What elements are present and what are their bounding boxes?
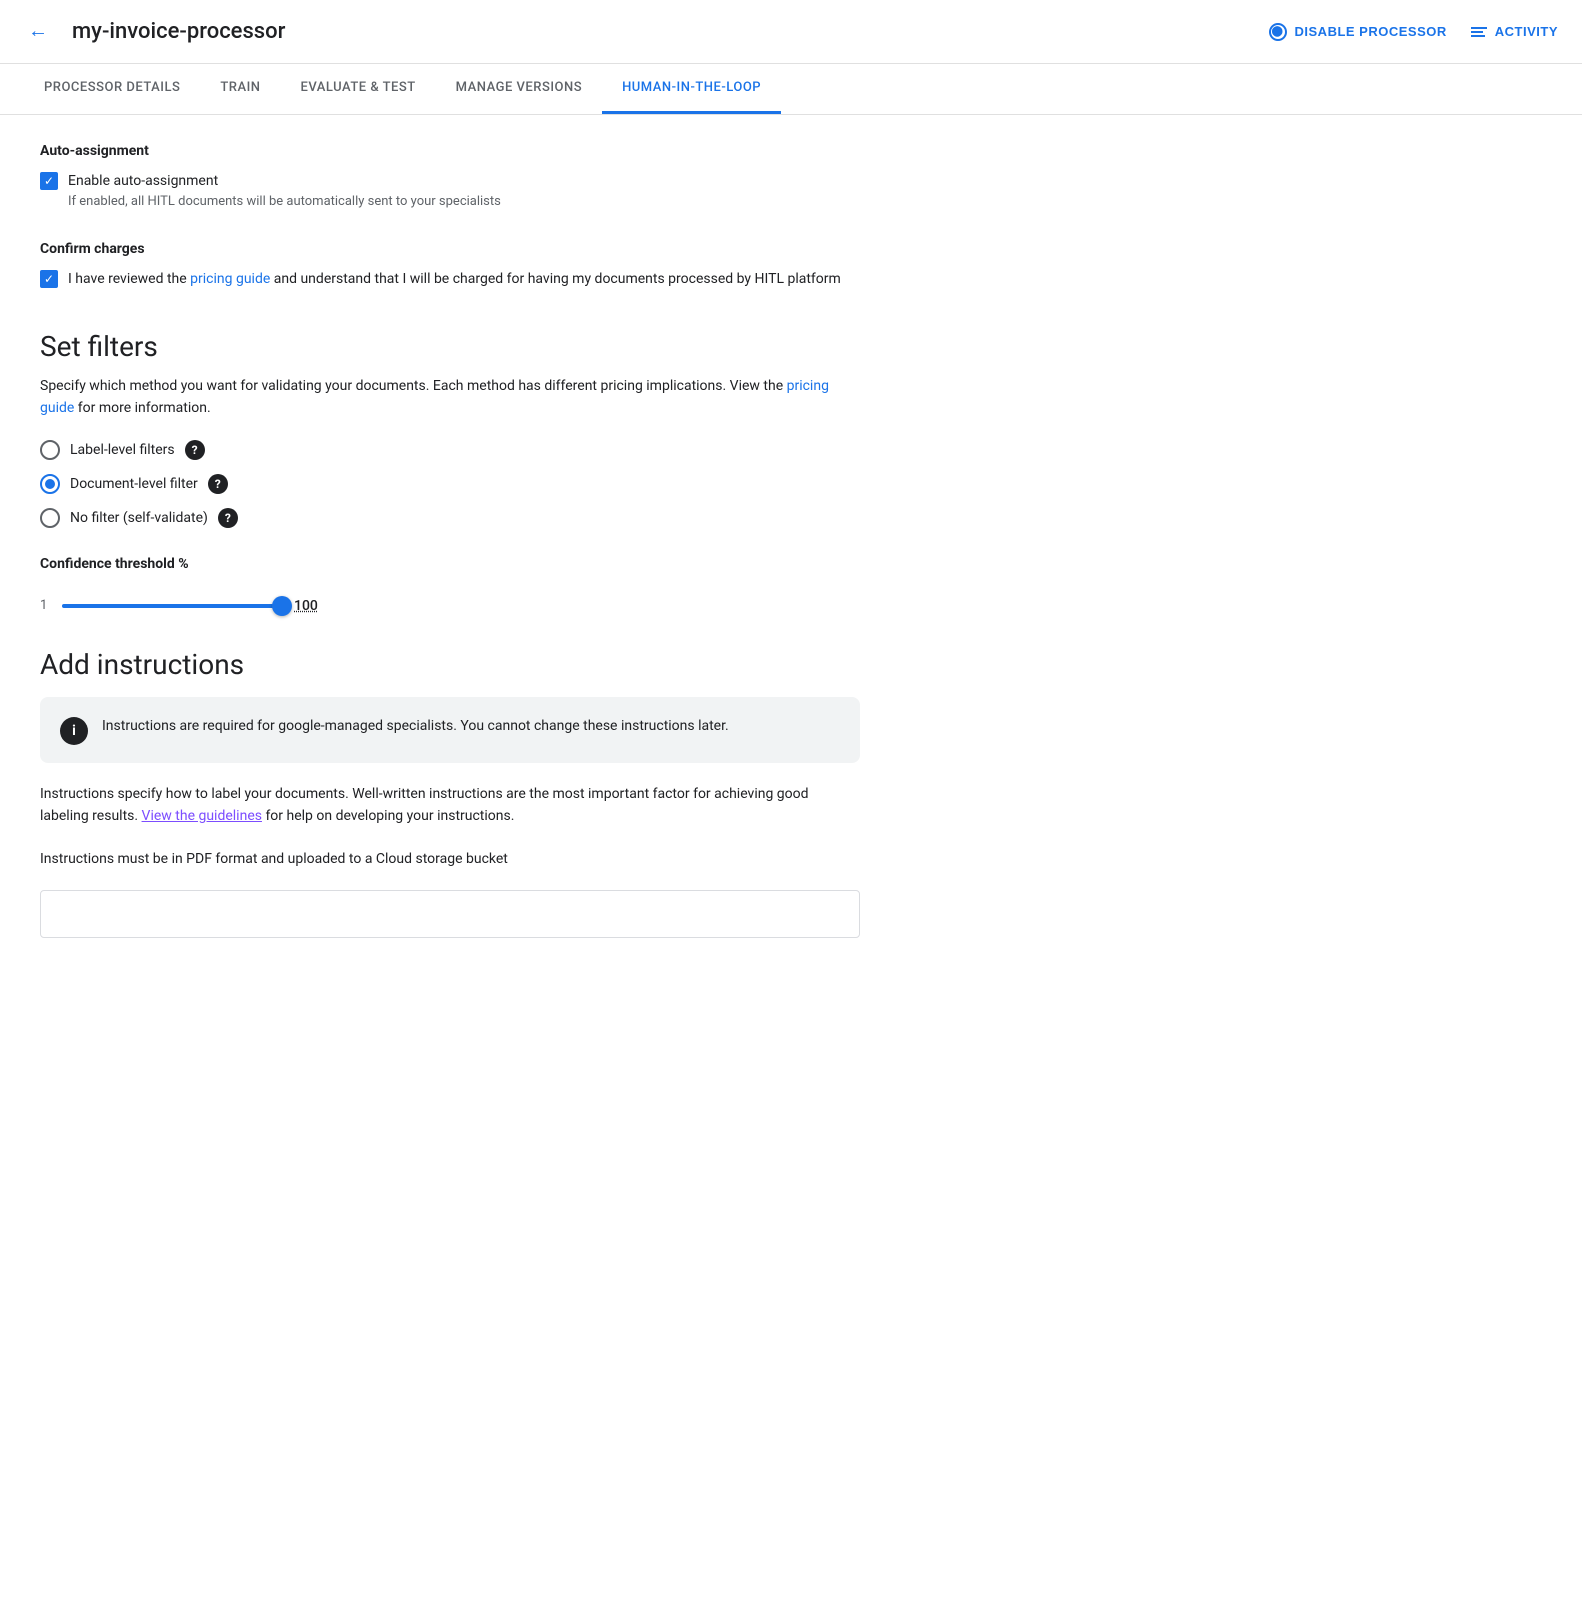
checkmark-icon: ✓ (44, 175, 54, 187)
add-instructions-section: Add instructions i Instructions are requ… (40, 648, 860, 938)
info-banner: i Instructions are required for google-m… (40, 697, 860, 763)
nav-tabs: PROCESSOR DETAILS TRAIN EVALUATE & TEST … (0, 64, 1582, 115)
radio-document-level[interactable]: Document-level filter ? (40, 474, 860, 494)
radio-no-filter-button[interactable] (40, 508, 60, 528)
pricing-guide-link-1[interactable]: pricing guide (190, 271, 270, 287)
top-bar: ← my-invoice-processor ⬤ DISABLE PROCESS… (0, 0, 1582, 64)
filter-radio-group: Label-level filters ? Document-level fil… (40, 440, 860, 528)
auto-assignment-label: Auto-assignment (40, 143, 860, 159)
confidence-slider-row: 1 100 (40, 596, 860, 616)
slider-track (62, 604, 282, 608)
auto-assignment-subtext: If enabled, all HITL documents will be a… (68, 194, 501, 209)
radio-no-filter-text: No filter (self-validate) (70, 510, 208, 526)
set-filters-title: Set filters (40, 330, 860, 363)
back-icon: ← (28, 20, 48, 43)
radio-document-level-text: Document-level filter (70, 476, 198, 492)
confirm-charges-text-before: I have reviewed the (68, 271, 190, 287)
slider-min-value: 1 (40, 598, 50, 613)
activity-button[interactable]: ACTIVITY (1471, 24, 1558, 39)
set-filters-description: Specify which method you want for valida… (40, 375, 860, 420)
slider-thumb[interactable] (272, 596, 292, 616)
auto-assignment-checkbox-row: ✓ Enable auto-assignment If enabled, all… (40, 171, 860, 209)
radio-label-level-text: Label-level filters (70, 442, 175, 458)
set-filters-desc-before: Specify which method you want for valida… (40, 378, 787, 394)
view-guidelines-link[interactable]: View the guidelines (142, 808, 262, 824)
confirm-charges-checkbox-row: ✓ I have reviewed the pricing guide and … (40, 269, 860, 290)
label-level-help-icon[interactable]: ? (185, 440, 205, 460)
confirm-charges-text-after: and understand that I will be charged fo… (270, 271, 841, 287)
auto-assignment-text: Enable auto-assignment (68, 171, 501, 192)
radio-document-level-inner (45, 479, 55, 489)
tab-evaluate-test[interactable]: EVALUATE & TEST (281, 64, 436, 114)
tab-manage-versions[interactable]: MANAGE VERSIONS (436, 64, 602, 114)
set-filters-section: Set filters Specify which method you wan… (40, 330, 860, 616)
auto-assignment-text-block: Enable auto-assignment If enabled, all H… (68, 171, 501, 209)
confidence-slider-container (62, 596, 282, 616)
radio-label-level-button[interactable] (40, 440, 60, 460)
tab-train[interactable]: TRAIN (200, 64, 280, 114)
confirm-charges-label: Confirm charges (40, 241, 860, 257)
add-instructions-title: Add instructions (40, 648, 860, 681)
disable-icon: ⬤ (1269, 23, 1287, 41)
disable-processor-label: DISABLE PROCESSOR (1295, 24, 1447, 39)
back-button[interactable]: ← (24, 16, 52, 47)
confirm-charges-text: I have reviewed the pricing guide and un… (68, 269, 841, 290)
disable-processor-button[interactable]: ⬤ DISABLE PROCESSOR (1269, 23, 1447, 41)
radio-document-level-button[interactable] (40, 474, 60, 494)
auto-assignment-checkbox[interactable]: ✓ (40, 172, 58, 190)
activity-label: ACTIVITY (1495, 24, 1558, 39)
set-filters-desc-after: for more information. (74, 400, 210, 416)
instructions-description: Instructions specify how to label your d… (40, 783, 860, 828)
confirm-charges-checkbox[interactable]: ✓ (40, 270, 58, 288)
instructions-note: Instructions must be in PDF format and u… (40, 848, 860, 870)
tab-processor-details[interactable]: PROCESSOR DETAILS (24, 64, 200, 114)
confirm-charges-section: Confirm charges ✓ I have reviewed the pr… (40, 241, 860, 290)
page-title: my-invoice-processor (72, 19, 1249, 44)
content-area: Auto-assignment ✓ Enable auto-assignment… (0, 115, 900, 966)
activity-icon (1471, 27, 1487, 37)
document-level-help-icon[interactable]: ? (208, 474, 228, 494)
radio-no-filter[interactable]: No filter (self-validate) ? (40, 508, 860, 528)
tab-human-in-the-loop[interactable]: HUMAN-IN-THE-LOOP (602, 64, 781, 114)
info-banner-text: Instructions are required for google-man… (102, 715, 729, 737)
info-icon: i (60, 717, 88, 745)
top-actions: ⬤ DISABLE PROCESSOR ACTIVITY (1269, 23, 1558, 41)
no-filter-help-icon[interactable]: ? (218, 508, 238, 528)
auto-assignment-section: Auto-assignment ✓ Enable auto-assignment… (40, 143, 860, 209)
confidence-threshold-label: Confidence threshold % (40, 556, 860, 572)
radio-label-level[interactable]: Label-level filters ? (40, 440, 860, 460)
instructions-desc-after: for help on developing your instructions… (262, 808, 514, 824)
instructions-input-row[interactable] (40, 890, 860, 938)
slider-current-value[interactable]: 100 (294, 598, 318, 614)
checkmark-icon-2: ✓ (44, 273, 54, 285)
